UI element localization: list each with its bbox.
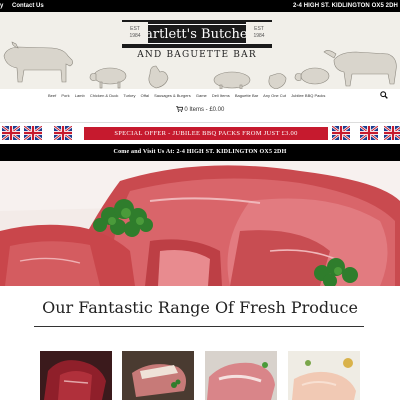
hero-meat-image <box>0 161 400 286</box>
union-flag-icon <box>24 126 42 140</box>
site-header: Bartlett's Butchers EST 1984 EST 1984 AN… <box>0 12 400 89</box>
visit-us-bar: Come and Visit Us At: 2-4 HIGH ST. KIDLI… <box>0 144 400 161</box>
logo-subtitle: AND BAGUETTE BAR <box>137 50 257 60</box>
nav-item-chicken-duck[interactable]: Chicken & Duck <box>90 93 118 98</box>
nav-item-any-one-cut[interactable]: Any One Cut <box>263 93 286 98</box>
product-thumb-chicken[interactable] <box>288 351 360 400</box>
product-thumb-pork[interactable] <box>205 351 277 400</box>
nav-item-sausages-burgers[interactable]: Sausages & Burgers <box>154 93 191 98</box>
special-offer-bar: SPECIAL OFFER - JUBILEE BBQ PACKS FROM J… <box>0 122 400 144</box>
union-flag-icon <box>54 126 72 140</box>
logo-inner-frame: Bartlett's Butchers <box>130 24 264 44</box>
nav-items: Beef Pork Lamb Chicken & Duck Turkey Off… <box>48 93 352 98</box>
heading-divider <box>34 326 364 327</box>
top-bar-address: 2-4 HIGH ST. KIDLINGTON OX5 2DH <box>292 3 398 9</box>
est-label-left: EST <box>130 26 140 32</box>
logo-name: Bartlett's Butchers <box>135 27 261 42</box>
nav-item-game[interactable]: Game <box>196 93 207 98</box>
union-flag-icon <box>2 126 20 140</box>
union-flag-icon <box>384 126 400 140</box>
product-grid <box>0 351 400 400</box>
nav-item-beef[interactable]: Beef <box>48 93 56 98</box>
range-heading: Our Fantastic Range Of Fresh Produce <box>42 298 358 317</box>
cart-summary[interactable]: 0 Items - £0.00 <box>0 106 400 113</box>
search-icon[interactable] <box>380 91 388 99</box>
est-year-left: 1984 <box>129 33 141 39</box>
union-flag-icon <box>332 126 350 140</box>
main-nav: Beef Pork Lamb Chicken & Duck Turkey Off… <box>0 89 400 101</box>
nav-item-offal[interactable]: Offal <box>141 93 149 98</box>
nav-item-baguette-bar[interactable]: Baguette Bar <box>235 93 258 98</box>
est-badge-right: EST 1984 <box>246 22 272 44</box>
nav-item-deli-items[interactable]: Deli Items <box>212 93 230 98</box>
product-thumb-lamb[interactable] <box>122 351 194 400</box>
nav-item-pork[interactable]: Pork <box>61 93 69 98</box>
cart-icon <box>175 106 183 112</box>
contact-us-link[interactable]: Contact Us <box>12 3 44 9</box>
nav-item-jubilee-bbq-packs[interactable]: Jubilee BBQ Packs <box>291 93 325 98</box>
nav-item-lamb[interactable]: Lamb <box>75 93 85 98</box>
est-label-right: EST <box>254 26 264 32</box>
est-year-right: 1984 <box>253 33 265 39</box>
nav-item-turkey[interactable]: Turkey <box>123 93 135 98</box>
cart-text: 0 Items - £0.00 <box>184 107 225 113</box>
union-flag-icon <box>360 126 378 140</box>
special-offer-banner[interactable]: SPECIAL OFFER - JUBILEE BBQ PACKS FROM J… <box>84 127 328 140</box>
top-bar-fragment: y <box>0 3 4 9</box>
product-thumb-beef[interactable] <box>40 351 112 400</box>
est-badge-left: EST 1984 <box>122 22 148 44</box>
top-bar: y Contact Us 2-4 HIGH ST. KIDLINGTON OX5… <box>0 0 400 12</box>
site-logo[interactable]: Bartlett's Butchers EST 1984 EST 1984 AN… <box>122 20 272 60</box>
